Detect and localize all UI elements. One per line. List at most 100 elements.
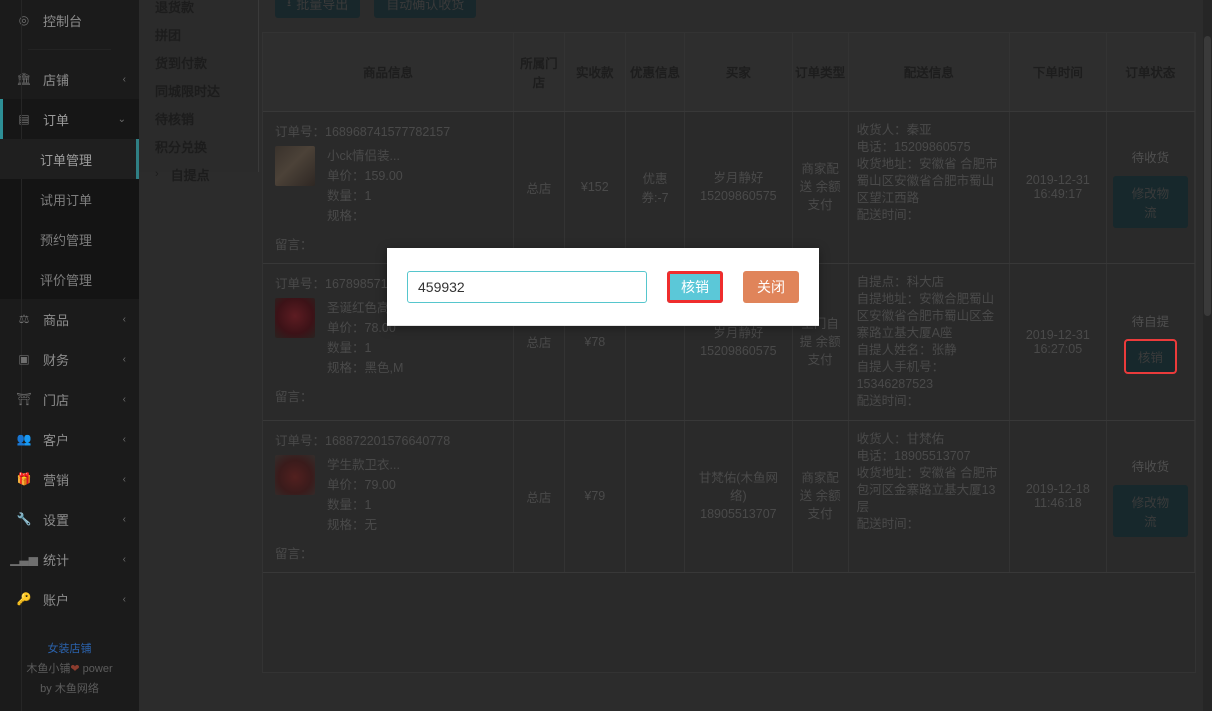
order-status-cell: 待收货 修改物流 <box>1106 111 1196 264</box>
chevron-left-icon: ‹ <box>122 313 126 325</box>
order-number-label: 订单号： <box>275 124 326 139</box>
product-title[interactable]: 小ck情侣装... <box>327 146 403 166</box>
order-note: 留言： <box>275 389 313 404</box>
verify-order-button[interactable]: 核销 <box>1123 338 1177 374</box>
sidebar-item-trial-order[interactable]: 试用订单 <box>0 179 139 219</box>
sidebar-item-marketing[interactable]: 🎁 营销 ‹ <box>0 459 139 499</box>
verification-code-input[interactable] <box>407 270 647 303</box>
status-badge: 待收货 <box>1131 150 1170 165</box>
sidebar-item-customer[interactable]: 👥 客户 ‹ <box>0 419 139 459</box>
delivery-line: 收货人：秦亚 <box>856 122 932 137</box>
flyout-item-label: 积分兑换 <box>155 139 208 155</box>
modify-logistics-button[interactable]: 修改物流 <box>1112 484 1188 537</box>
table-row[interactable]: 订单号：168872201576640778 学生款卫衣... 单价：79.00… <box>263 420 1196 573</box>
product-qty: 数量：1 <box>327 340 372 355</box>
chevron-left-icon: ‹ <box>122 473 126 485</box>
order-number-label: 订单号： <box>275 433 326 448</box>
verification-modal: 核销 关闭 <box>387 248 819 326</box>
sidebar-item-stats[interactable]: ▁▃▅ 统计 ‹ <box>0 539 139 579</box>
stats-icon: ▁▃▅ <box>10 552 38 566</box>
discount-cell <box>625 420 686 573</box>
sidebar-item-settings[interactable]: 🔧 设置 ‹ <box>0 499 139 539</box>
power-label: power <box>82 663 113 675</box>
page-dim-layer: ⭳ 批量导出 自动确认收货 商品信息 所属门店 实收款 优惠信息 买家 订单类型… <box>0 0 1212 711</box>
sidebar-item-review-management[interactable]: 评价管理 <box>0 259 139 299</box>
table-row[interactable]: 订单号：168968741577782157 小ck情侣装... 单价：159.… <box>263 111 1196 264</box>
delivery-line: 自提点：科大店 <box>856 274 945 289</box>
col-paid: 实收款 <box>564 33 626 112</box>
wrench-icon: 🔧 <box>16 512 32 526</box>
chevron-down-icon: ⌄ <box>117 113 126 125</box>
download-icon: ⭳ <box>287 0 292 9</box>
chevron-left-icon: ‹ <box>122 553 126 565</box>
flyout-item-refund[interactable]: 退货款 <box>139 0 258 20</box>
shop-name-link[interactable]: 女装店铺 <box>0 639 139 659</box>
sidebar-item-store[interactable]: ⛩ 门店 ‹ <box>0 379 139 419</box>
main-content: ⭳ 批量导出 自动确认收货 商品信息 所属门店 实收款 优惠信息 买家 订单类型… <box>139 0 1212 711</box>
brand-line: 木鱼小铺❤ power <box>0 659 139 679</box>
sidebar-item-label: 控制台 <box>43 13 83 29</box>
buyer-name: 岁月静好 <box>713 325 764 340</box>
app-root: ⭳ 批量导出 自动确认收货 商品信息 所属门店 实收款 优惠信息 买家 订单类型… <box>0 0 1212 711</box>
sidebar-item-goods[interactable]: ⚖ 商品 ‹ <box>0 299 139 339</box>
sidebar-item-finance[interactable]: ▣ 财务 ‹ <box>0 339 139 379</box>
flyout-item-label: 同城限时达 <box>155 83 221 99</box>
batch-export-button[interactable]: ⭳ 批量导出 <box>275 0 361 18</box>
brand-name: 木鱼小铺 <box>26 663 71 675</box>
flyout-item-label: 拼团 <box>155 27 182 43</box>
flyout-item-pickup-point[interactable]: › 自提点 <box>139 160 258 188</box>
product-qty: 数量：1 <box>327 188 372 203</box>
order-type-text: 商家配送 余额支付 <box>799 471 841 521</box>
flyout-item-points-exchange[interactable]: 积分兑换 <box>139 132 258 160</box>
sidebar-subnav-order: 订单管理 试用订单 预约管理 评价管理 <box>0 0 139 711</box>
product-price: 单价：159.00 <box>327 168 403 183</box>
discount-cell: 优惠券:-7 <box>625 111 686 264</box>
delivery-line: 自提人手机号：15346287523 <box>856 359 945 391</box>
page-scrollbar-thumb[interactable] <box>1204 36 1211 316</box>
store-cell: 总店 <box>513 420 565 573</box>
product-title[interactable]: 学生款卫衣... <box>327 455 400 475</box>
dashboard-icon: ◎ <box>18 13 30 27</box>
col-store: 所属门店 <box>513 33 565 112</box>
paid-cell: ¥152 <box>564 111 626 264</box>
sidebar-item-label: 店铺 <box>43 72 70 88</box>
finance-icon: ▣ <box>18 352 30 366</box>
sidebar-item-reservation-management[interactable]: 预约管理 <box>0 219 139 259</box>
sidebar-item-order-management[interactable]: 订单管理 <box>0 139 139 179</box>
product-qty: 数量：1 <box>327 497 372 512</box>
modal-close-button[interactable]: 关闭 <box>743 270 799 303</box>
batch-export-label: 批量导出 <box>296 0 349 12</box>
col-order-time: 下单时间 <box>1009 33 1107 112</box>
sidebar-subitem-label: 预约管理 <box>40 232 93 248</box>
goods-meta: 小ck情侣装... 单价：159.00 数量：1 规格： <box>327 146 403 226</box>
col-delivery-info: 配送信息 <box>848 33 1010 112</box>
paid-cell: ¥79 <box>564 420 626 573</box>
product-thumbnail[interactable] <box>275 454 315 495</box>
product-spec: 规格：无 <box>327 517 378 532</box>
col-order-status: 订单状态 <box>1106 33 1196 112</box>
product-thumbnail[interactable] <box>275 145 315 186</box>
store-icon: ⛩ <box>16 392 32 406</box>
flyout-item-group-buy[interactable]: 拼团 <box>139 20 258 48</box>
product-thumbnail[interactable] <box>275 297 315 338</box>
auto-confirm-receipt-button[interactable]: 自动确认收货 <box>374 0 477 18</box>
modal-verify-button[interactable]: 核销 <box>667 270 723 303</box>
product-price: 单价：79.00 <box>327 477 396 492</box>
flyout-item-label: 待核销 <box>155 111 195 127</box>
order-time-cell: 2019-12-31 16:49:17 <box>1009 111 1107 264</box>
order-icon: ▤ <box>18 112 30 126</box>
goods-meta: 学生款卫衣... 单价：79.00 数量：1 规格：无 <box>327 455 400 535</box>
flyout-item-cod[interactable]: 货到付款 <box>139 48 258 76</box>
sidebar: ◎ 控制台 🏛 店铺 ‹ ▤ 订单 ⌄ 订单管理 试用订单 预约管理 评价管理 … <box>0 0 139 711</box>
sidebar-item-account[interactable]: 🔑 账户 ‹ <box>0 579 139 619</box>
buyer-phone: 15209860575 <box>700 343 777 358</box>
delivery-line: 配送时间： <box>856 516 920 531</box>
modify-logistics-button[interactable]: 修改物流 <box>1112 175 1188 228</box>
flyout-item-pending-verification[interactable]: 待核销 <box>139 104 258 132</box>
order-time-cell: 2019-12-31 16:27:05 <box>1009 263 1107 421</box>
col-discount: 优惠信息 <box>625 33 686 112</box>
flyout-item-same-city-delivery[interactable]: 同城限时达 <box>139 76 258 104</box>
page-scrollbar-track[interactable] <box>1203 0 1212 711</box>
table-toolbar: ⭳ 批量导出 自动确认收货 <box>275 0 477 18</box>
order-note: 留言： <box>275 546 313 561</box>
